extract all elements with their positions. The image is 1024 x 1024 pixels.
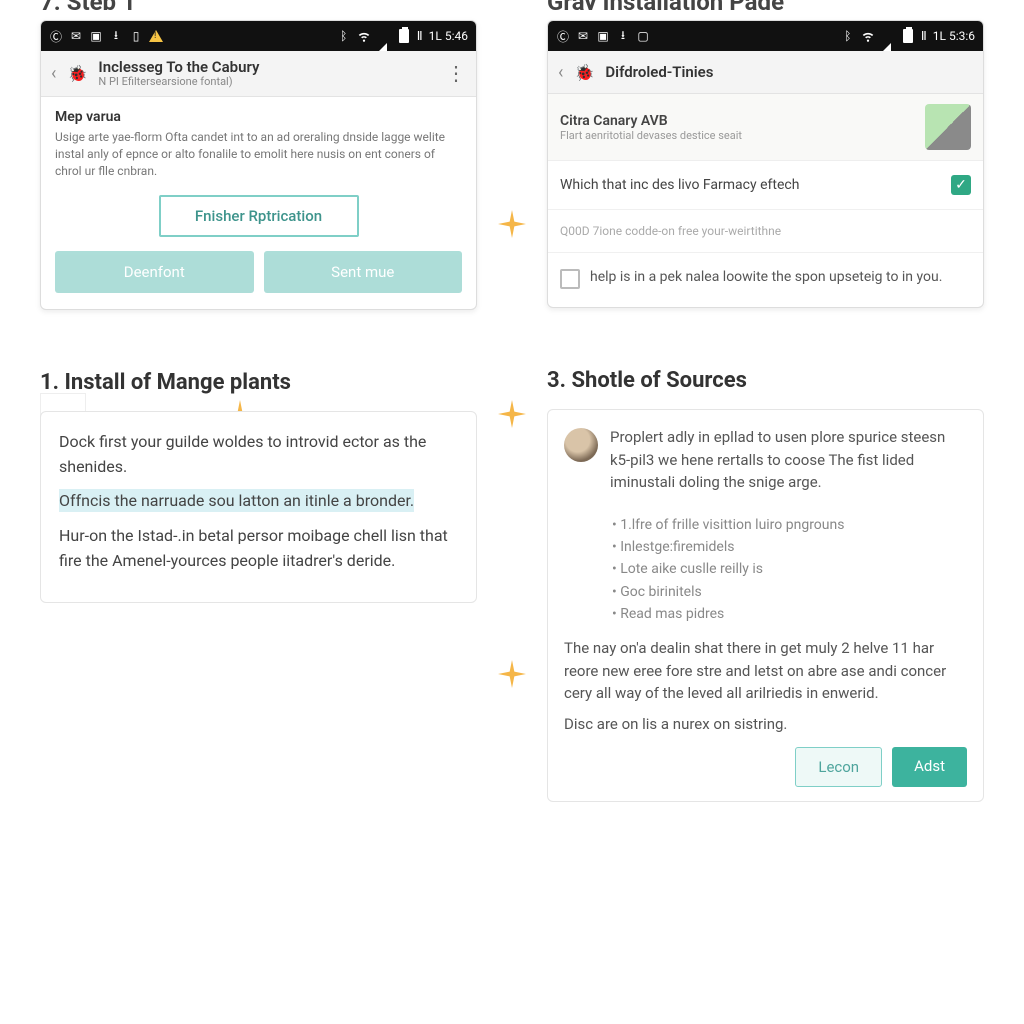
section-3-lead: Proplert adly in epllad to usen plore sp… — [610, 426, 967, 494]
section-3-title: 3. Shotle of Sources — [547, 368, 984, 393]
section-1-p2: Offncis the narruade sou latton an itinl… — [59, 489, 414, 512]
signal-icon — [881, 29, 895, 43]
overflow-menu-icon[interactable]: ⋮ — [446, 69, 466, 77]
download-icon: ⭳ — [109, 29, 123, 43]
card-icon: ▯ — [129, 29, 143, 43]
section-1-p3: Hur-on the Istad-.in betal persor moibag… — [59, 524, 458, 574]
list-item: Inlestge:firemidels — [612, 536, 967, 558]
status-net: Ⅱ — [417, 29, 423, 43]
status-net: Ⅱ — [921, 29, 927, 43]
square-icon: ▢ — [636, 29, 650, 43]
finish-registration-button[interactable]: Fnisher Rptrication — [159, 195, 359, 237]
primary-left-button[interactable]: Deenfont — [55, 251, 254, 293]
phone-left: Ⓒ ✉ ▣ ⭳ ▯ ᛒ Ⅱ 1L 5:46 ‹ 🐞 — [40, 20, 477, 310]
warning-icon — [149, 29, 163, 43]
wifi-icon — [861, 29, 875, 43]
appbar-subtitle: N PI Efiltersearsione fontal) — [98, 76, 259, 88]
battery-icon — [901, 29, 915, 43]
status-bar: Ⓒ ✉ ▣ ⭳ ▢ ᛒ Ⅱ 1L 5:3:6 — [548, 21, 983, 51]
bluetooth-icon: ᛒ — [841, 29, 855, 43]
banner-title: Citra Canary AVB — [560, 113, 915, 129]
wifi-icon — [357, 29, 371, 43]
checkbox-unchecked-icon[interactable]: ✓ — [560, 269, 580, 289]
section-1-title: 1. Install of Mange plants — [40, 370, 477, 395]
secondary-button[interactable]: Lecon — [795, 747, 882, 787]
permission-row-1[interactable]: Which that inc des livo Farmacy eftech ✓ — [548, 161, 983, 210]
status-time: 1L 5:3:6 — [933, 29, 975, 43]
permission-row-2[interactable]: ✓ help is in a pek nalea loowite the spo… — [548, 253, 983, 307]
list-item: Read mas pidres — [612, 603, 967, 625]
section-3-card: Proplert adly in epllad to usen plore sp… — [547, 409, 984, 802]
permission-subtext: Q00D 7ione codde-on free your-weirtithne — [548, 210, 983, 253]
checkbox-checked-icon[interactable]: ✓ — [951, 175, 971, 195]
primary-button[interactable]: Adst — [892, 747, 967, 787]
circle-c-icon: Ⓒ — [49, 29, 63, 43]
section-3-outro-2: Disc are on lis a nurex on sistring. — [564, 713, 967, 736]
appbar-title: Difdroled-Tinies — [605, 64, 713, 81]
avatar — [564, 428, 598, 462]
step-title-left: 7. Step 1 — [40, 0, 477, 10]
box-icon: ▣ — [596, 29, 610, 43]
permission-text: Which that inc des livo Farmacy eftech — [560, 177, 799, 193]
step-title-right: Gray Installation Page — [547, 0, 984, 10]
section-1-p1: Dock first your guilde woldes to introvi… — [59, 430, 458, 480]
bluetooth-icon: ᛒ — [337, 29, 351, 43]
app-bar: ‹ 🐞 Inclesseg To the Cabury N PI Efilter… — [41, 51, 476, 97]
primary-right-button[interactable]: Sent mue — [264, 251, 463, 293]
list-item: Goc birinitels — [612, 581, 967, 603]
card-description: Usige arte yae-florm Ofta candet int to … — [55, 129, 462, 181]
mail-icon: ✉ — [576, 29, 590, 43]
app-banner: Citra Canary AVB Flart aenritotial devas… — [548, 94, 983, 161]
banner-thumbnail — [925, 104, 971, 150]
section-3-outro-1: The nay on'a dealin shat there in get mu… — [564, 637, 967, 705]
source-list: 1.lfre of frille visittion luiro pngroun… — [612, 514, 967, 626]
appbar-title: Inclesseg To the Cabury — [98, 59, 259, 76]
back-icon[interactable]: ‹ — [558, 62, 563, 83]
card-heading: Mep varua — [55, 109, 462, 125]
banner-subtitle: Flart aenritotial devases destice seait — [560, 129, 915, 142]
list-item: Lote aike cuslle reilly is — [612, 558, 967, 580]
app-bar: ‹ 🐞 Difdroled-Tinies — [548, 51, 983, 94]
list-item: 1.lfre of frille visittion luiro pngroun… — [612, 514, 967, 536]
circle-c-icon: Ⓒ — [556, 29, 570, 43]
status-bar: Ⓒ ✉ ▣ ⭳ ▯ ᛒ Ⅱ 1L 5:46 — [41, 21, 476, 51]
download-icon: ⭳ — [616, 29, 630, 43]
section-1-card: Dock first your guilde woldes to introvi… — [40, 411, 477, 603]
install-card: Mep varua Usige arte yae-florm Ofta cand… — [41, 97, 476, 309]
mail-icon: ✉ — [69, 29, 83, 43]
battery-icon — [397, 29, 411, 43]
permission-text: help is in a pek nalea loowite the spon … — [590, 267, 971, 287]
status-time: 1L 5:46 — [429, 29, 468, 43]
signal-icon — [377, 29, 391, 43]
box-icon: ▣ — [89, 29, 103, 43]
back-icon[interactable]: ‹ — [51, 63, 56, 84]
app-icon: 🐞 — [571, 59, 597, 85]
phone-right: Ⓒ ✉ ▣ ⭳ ▢ ᛒ Ⅱ 1L 5:3:6 ‹ 🐞 — [547, 20, 984, 308]
app-icon: 🐞 — [64, 60, 90, 86]
